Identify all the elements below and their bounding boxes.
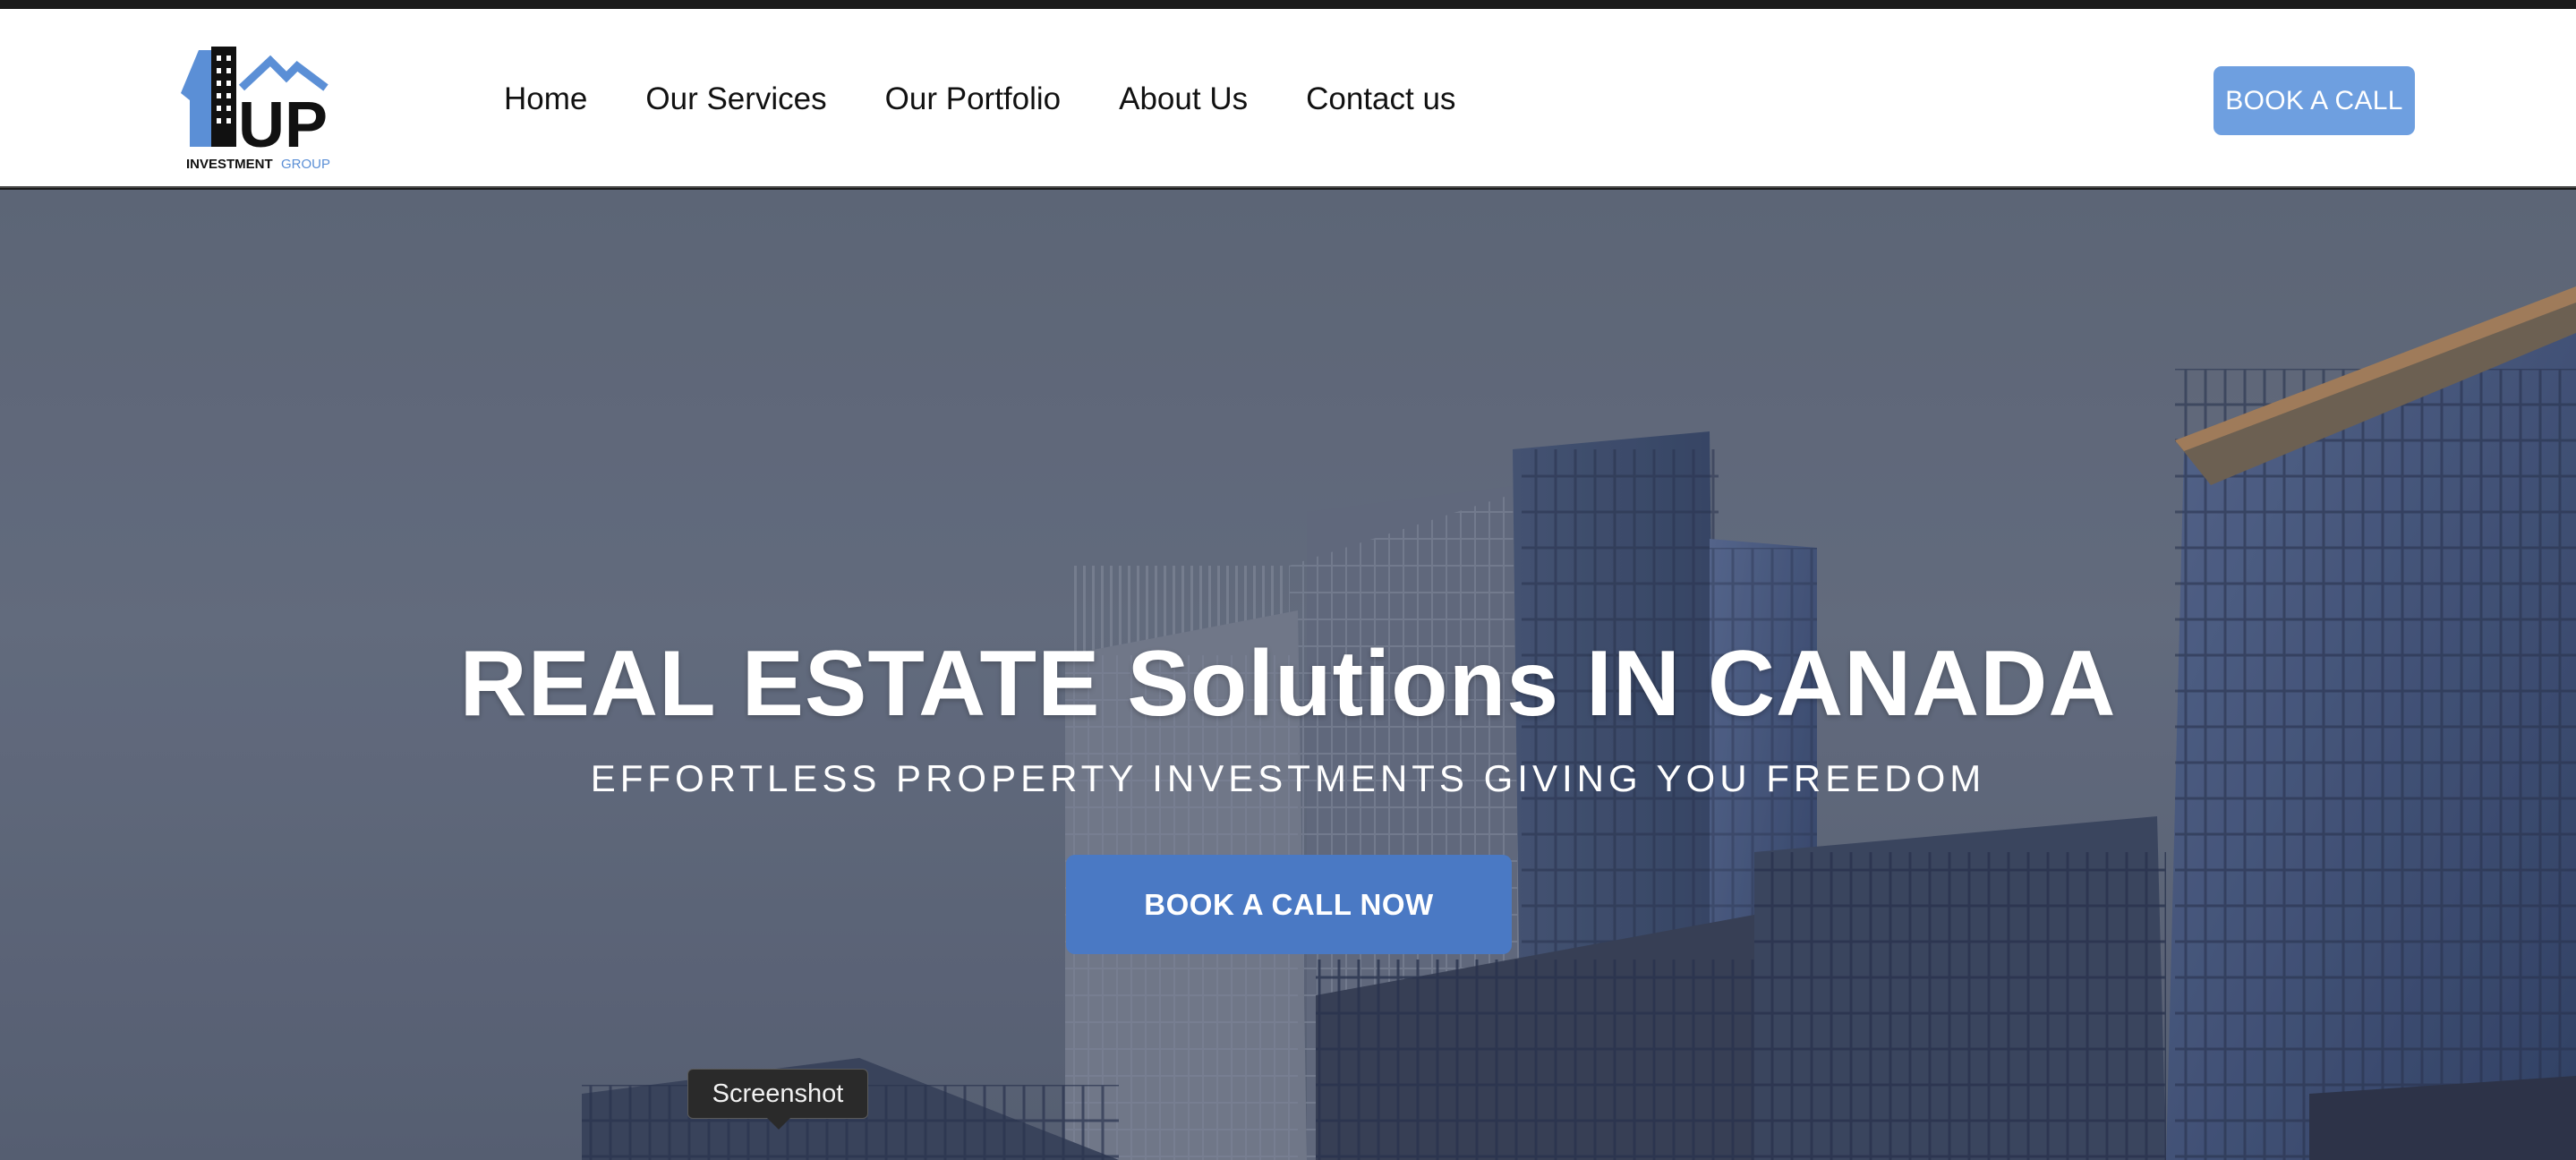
nav-our-portfolio[interactable]: Our Portfolio: [885, 83, 1061, 115]
logo-roof-icon: [238, 55, 328, 91]
logo-line-b: GROUP: [281, 157, 330, 172]
logo-line-a: INVESTMENT: [186, 157, 273, 172]
company-logo[interactable]: UP INVESTMENT GROUP: [172, 41, 342, 175]
logo-mark: UP: [238, 90, 328, 161]
hero-section: REAL ESTATE Solutions IN CANADA EFFORTLE…: [0, 190, 2576, 1160]
nav-about-us[interactable]: About Us: [1119, 83, 1248, 115]
main-nav: Home Our Services Our Portfolio About Us…: [504, 9, 1514, 188]
logo-building-icon: [181, 47, 236, 147]
tooltip-arrow: [767, 1118, 790, 1130]
book-a-call-now-button[interactable]: BOOK A CALL NOW: [1066, 855, 1512, 954]
nav-contact-us[interactable]: Contact us: [1306, 83, 1455, 115]
site-header: UP INVESTMENT GROUP Home Our Services Ou…: [0, 9, 2576, 188]
hero-title: REAL ESTATE Solutions IN CANADA: [459, 632, 2117, 736]
screenshot-tooltip: Screenshot: [687, 1069, 868, 1119]
nav-our-services[interactable]: Our Services: [645, 83, 826, 115]
browser-top-strip: [0, 0, 2576, 9]
hero-subtitle: EFFORTLESS PROPERTY INVESTMENTS GIVING Y…: [590, 757, 1986, 799]
book-a-call-button[interactable]: BOOK A CALL: [2213, 66, 2415, 135]
nav-home[interactable]: Home: [504, 83, 587, 115]
